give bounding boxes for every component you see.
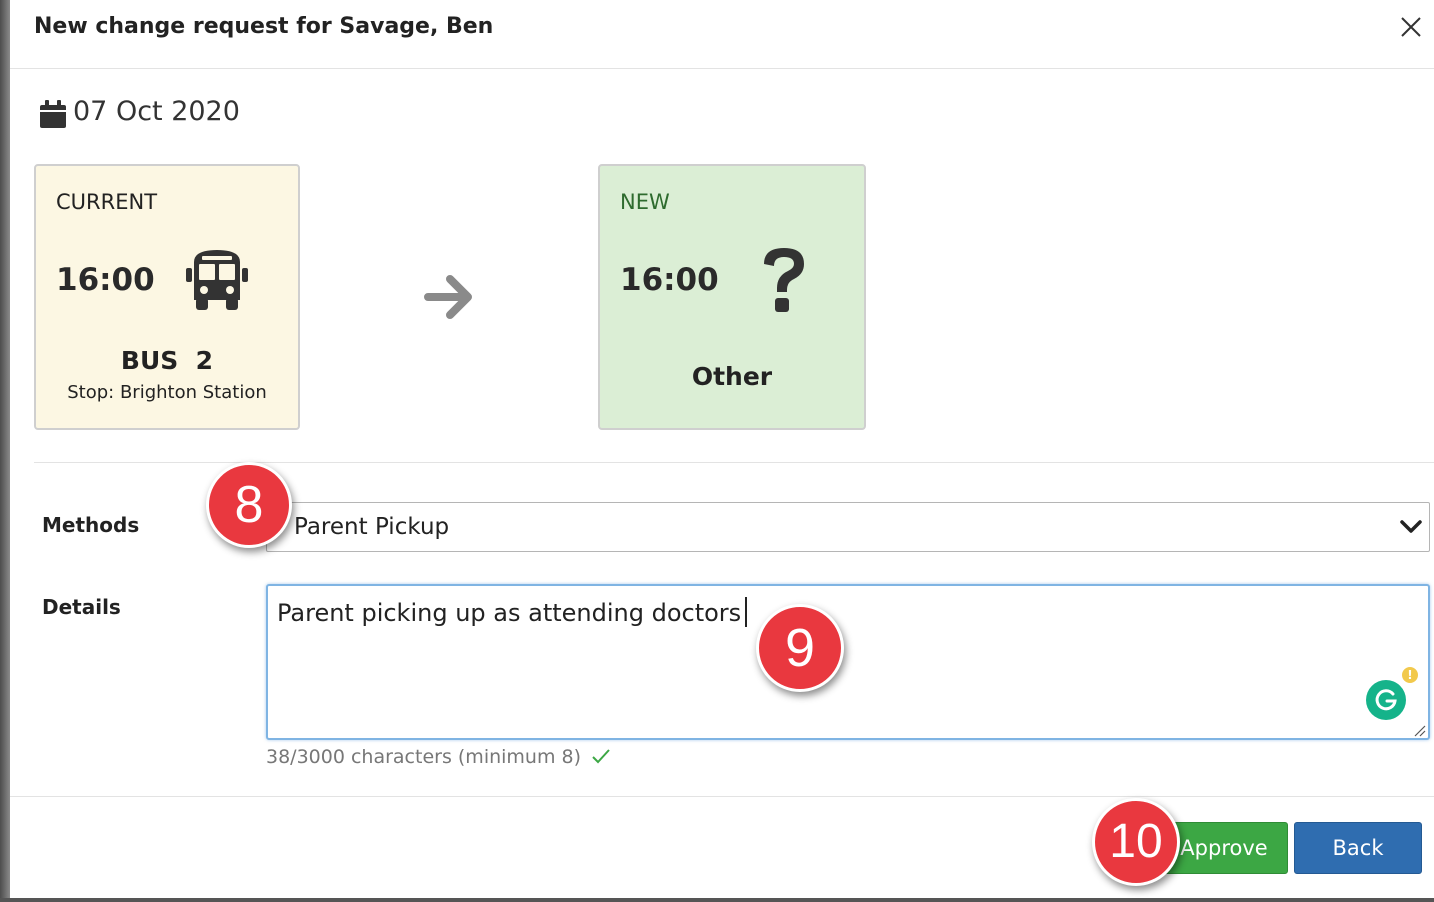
close-icon[interactable] xyxy=(1398,14,1424,40)
character-count: 38/3000 characters (minimum 8) xyxy=(266,746,611,768)
new-transport-card: NEW 16:00 Other xyxy=(598,164,866,430)
text-caret xyxy=(745,597,748,627)
annotation-badge-9: 9 xyxy=(756,604,844,692)
details-label: Details xyxy=(42,595,121,619)
arrow-right-icon xyxy=(424,272,476,322)
annotation-badge-8: 8 xyxy=(206,462,292,548)
resize-handle-icon[interactable] xyxy=(1412,722,1426,737)
methods-select-value: Parent Pickup xyxy=(294,514,450,540)
bus-icon xyxy=(184,248,250,314)
new-time: 16:00 xyxy=(620,262,719,298)
question-mark-icon xyxy=(756,244,812,316)
new-method-name: Other xyxy=(691,362,773,391)
details-textarea[interactable]: Parent picking up as attending doctors xyxy=(266,584,1430,740)
chevron-down-icon xyxy=(1399,517,1423,537)
calendar-icon xyxy=(40,100,66,128)
backdrop-edge xyxy=(0,0,10,902)
bus-stop: Stop: Brighton Station xyxy=(67,382,267,403)
dialog-title: New change request for Savage, Ben xyxy=(34,14,494,39)
dialog-header: New change request for Savage, Ben xyxy=(10,0,1434,69)
annotation-badge-10: 10 xyxy=(1092,798,1180,886)
methods-select[interactable]: Parent Pickup xyxy=(266,502,1430,552)
methods-label: Methods xyxy=(42,513,140,537)
back-button[interactable]: Back xyxy=(1294,822,1422,874)
new-label: NEW xyxy=(620,190,670,214)
details-text: Parent picking up as attending doctors xyxy=(277,597,748,627)
footer-divider xyxy=(10,796,1434,797)
grammarly-alert-icon: ! xyxy=(1400,665,1420,685)
bus-name: BUS 2 xyxy=(120,346,214,375)
request-date: 07 Oct 2020 xyxy=(73,96,240,127)
check-icon xyxy=(591,747,611,764)
current-label: CURRENT xyxy=(56,190,158,214)
change-request-dialog: New change request for Savage, Ben 07 Oc… xyxy=(10,0,1434,898)
grammarly-icon[interactable] xyxy=(1366,680,1406,720)
backdrop-bottom xyxy=(0,898,1434,902)
current-transport-card: CURRENT 16:00 BUS 2 Stop: Brighton Stati… xyxy=(34,164,300,430)
current-time: 16:00 xyxy=(56,262,155,298)
